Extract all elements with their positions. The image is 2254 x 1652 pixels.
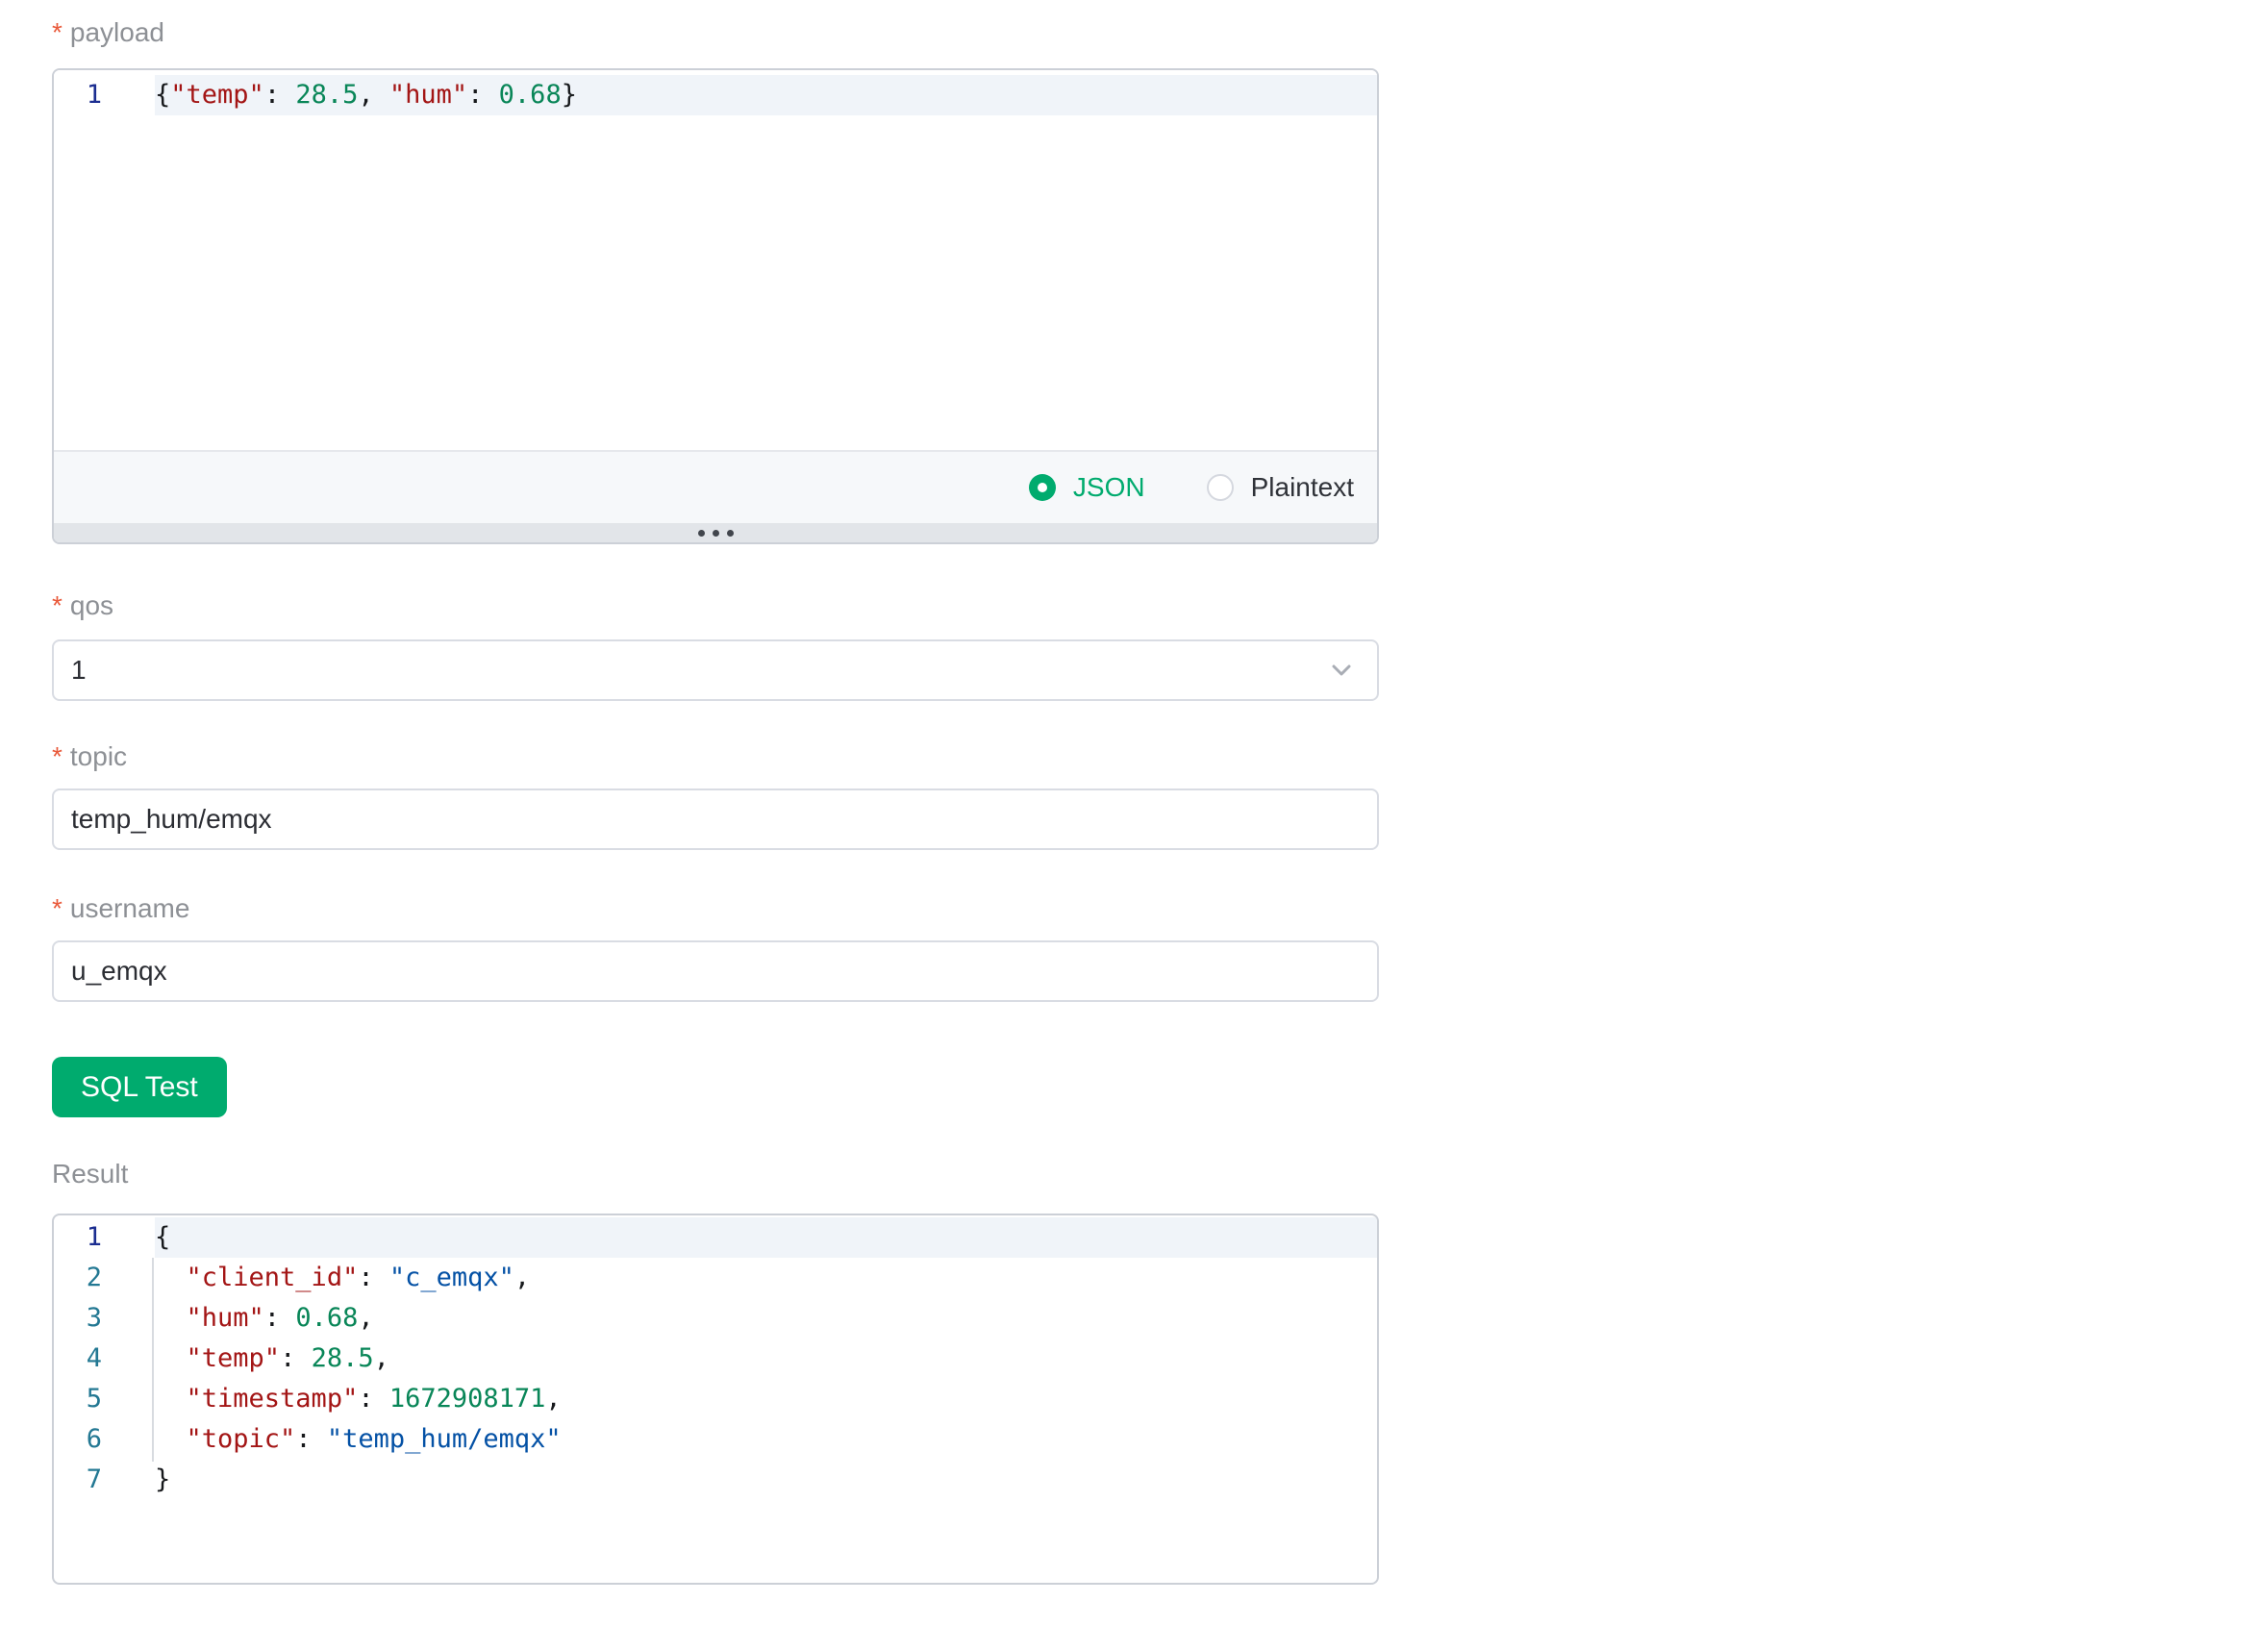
line-number: 6 bbox=[54, 1419, 102, 1460]
code-text: "temp": 28.5, bbox=[155, 1339, 1377, 1379]
sql-test-button[interactable]: SQL Test bbox=[52, 1057, 227, 1117]
resize-dots-icon bbox=[713, 530, 719, 537]
code-text: "topic": "temp_hum/emqx" bbox=[155, 1419, 1377, 1460]
required-asterisk: * bbox=[52, 590, 63, 620]
line-number: 2 bbox=[54, 1258, 102, 1298]
line-number: 1 bbox=[54, 1217, 102, 1258]
radio-checked-icon bbox=[1029, 474, 1056, 501]
payload-label-text: payload bbox=[70, 17, 164, 47]
qos-label-text: qos bbox=[70, 590, 113, 620]
radio-unchecked-icon bbox=[1207, 474, 1234, 501]
username-label-text: username bbox=[70, 893, 190, 923]
resize-dots-icon bbox=[698, 530, 705, 537]
line-number: 1 bbox=[54, 75, 102, 115]
code-line: 4 "temp": 28.5, bbox=[54, 1339, 1377, 1379]
sql-test-form: *payload 1{"temp": 28.5, "hum": 0.68} JS… bbox=[0, 0, 1379, 1585]
username-input[interactable] bbox=[52, 940, 1379, 1002]
payload-editor: 1 {"temp": 28.5, "hum": 0.68} JSON Plaint… bbox=[52, 68, 1379, 544]
qos-select[interactable]: 1 bbox=[52, 639, 1379, 701]
code-text: "hum": 0.68, bbox=[155, 1298, 1377, 1339]
format-radio-json[interactable]: JSON bbox=[1029, 472, 1145, 503]
qos-select-value: 1 bbox=[71, 655, 87, 686]
code-line: 2 "client_id": "c_emqx", bbox=[54, 1258, 1377, 1298]
indent-guide bbox=[152, 1258, 154, 1462]
result-label: Result bbox=[52, 1161, 1379, 1188]
result-code-area: 1{2 "client_id": "c_emqx",3 "hum": 0.68,… bbox=[54, 1217, 1377, 1500]
radio-plaintext-label: Plaintext bbox=[1251, 472, 1354, 503]
code-line: 3 "hum": 0.68, bbox=[54, 1298, 1377, 1339]
chevron-down-icon bbox=[1327, 656, 1356, 685]
radio-json-label: JSON bbox=[1073, 472, 1145, 503]
required-asterisk: * bbox=[52, 893, 63, 923]
payload-label: *payload bbox=[52, 19, 1379, 46]
required-asterisk: * bbox=[52, 741, 63, 771]
format-radio-plaintext[interactable]: Plaintext bbox=[1207, 472, 1354, 503]
topic-label: *topic bbox=[52, 743, 1379, 770]
payload-code-area[interactable]: 1 {"temp": 28.5, "hum": 0.68} bbox=[54, 70, 1377, 450]
line-number: 7 bbox=[54, 1460, 102, 1500]
line-number: 5 bbox=[54, 1379, 102, 1419]
username-label: *username bbox=[52, 895, 1379, 922]
topic-label-text: topic bbox=[70, 741, 127, 771]
editor-resize-handle[interactable] bbox=[54, 523, 1377, 542]
code-text: { bbox=[155, 1217, 1377, 1258]
line-number: 4 bbox=[54, 1339, 102, 1379]
qos-label: *qos bbox=[52, 592, 1379, 619]
code-line: 5 "timestamp": 1672908171, bbox=[54, 1379, 1377, 1419]
code-text: "timestamp": 1672908171, bbox=[155, 1379, 1377, 1419]
code-text: {"temp": 28.5, "hum": 0.68} bbox=[155, 75, 1377, 115]
code-line: 6 "topic": "temp_hum/emqx" bbox=[54, 1419, 1377, 1460]
payload-format-toolbar: JSON Plaintext bbox=[54, 450, 1377, 523]
code-text: } bbox=[155, 1460, 1377, 1500]
result-viewer[interactable]: 1{2 "client_id": "c_emqx",3 "hum": 0.68,… bbox=[52, 1214, 1379, 1585]
code-text: "client_id": "c_emqx", bbox=[155, 1258, 1377, 1298]
code-line: 1{ bbox=[54, 1217, 1377, 1258]
required-asterisk: * bbox=[52, 17, 63, 47]
code-line: 1 {"temp": 28.5, "hum": 0.68} bbox=[54, 75, 1377, 115]
resize-dots-icon bbox=[727, 530, 734, 537]
line-number: 3 bbox=[54, 1298, 102, 1339]
code-line: 7} bbox=[54, 1460, 1377, 1500]
topic-input[interactable] bbox=[52, 788, 1379, 850]
